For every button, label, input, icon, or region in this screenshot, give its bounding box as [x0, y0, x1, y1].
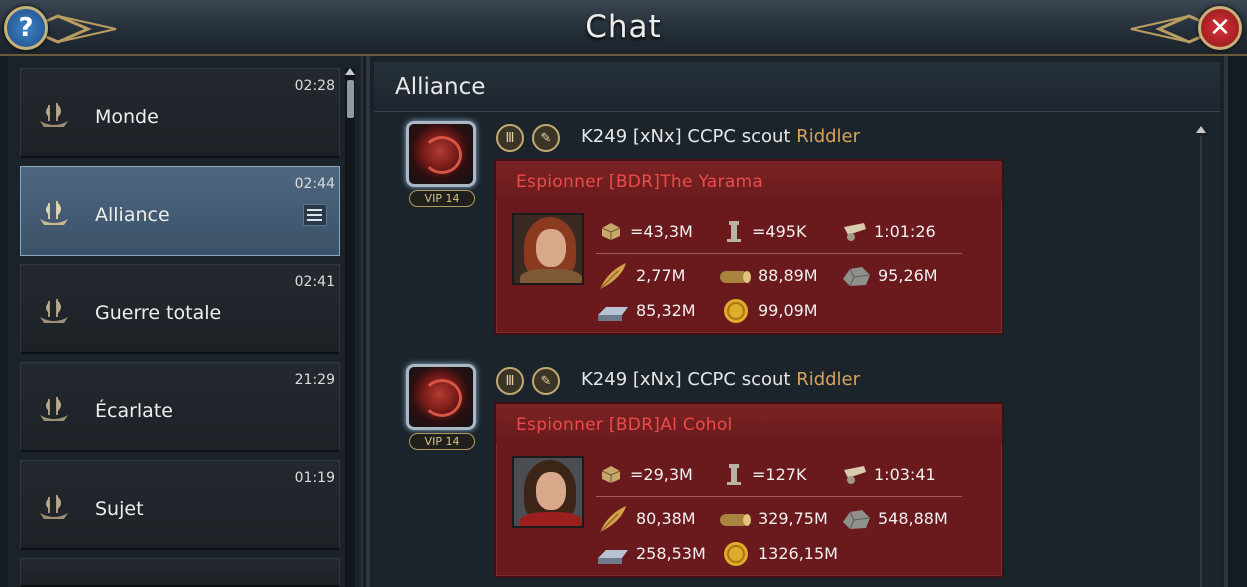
card-divider — [596, 496, 962, 497]
tower-value: =495K — [752, 222, 807, 241]
chat-message: VIP 14 Ⅲ ✎ K249 [xNx] CCPC scout Riddler… — [400, 364, 1010, 584]
log-icon — [720, 271, 751, 283]
channel-label: Monde — [95, 106, 159, 128]
iron-ingot-icon — [598, 307, 628, 321]
channel-time: 02:44 — [294, 176, 335, 192]
chat-channel-title: Alliance — [395, 74, 486, 100]
food-value: 80,38M — [636, 509, 696, 528]
gold-coin-icon — [724, 542, 748, 566]
target-portrait — [512, 213, 584, 285]
sender-name: Riddler — [796, 369, 861, 390]
question-icon: ? — [18, 13, 34, 43]
channel-partial[interactable] — [20, 558, 340, 587]
sender-name: Riddler — [796, 126, 861, 147]
window-title: Chat — [585, 9, 662, 45]
box-icon — [601, 223, 621, 240]
sender-prefix: K249 [xNx] CCPC scout — [581, 126, 797, 147]
iron-ingot-icon — [598, 550, 628, 564]
avatar[interactable] — [406, 364, 476, 430]
vip-badge: VIP 14 — [409, 190, 475, 207]
message-scroll-up-icon[interactable] — [1196, 126, 1206, 133]
troops-value: =29,3M — [630, 465, 693, 484]
stone-value: 95,26M — [878, 266, 938, 285]
cannon-icon — [844, 223, 866, 241]
channel-label: Alliance — [95, 204, 170, 226]
card-divider — [596, 253, 962, 254]
avatar[interactable] — [406, 121, 476, 187]
tower-icon — [727, 464, 741, 485]
ship-icon — [40, 397, 68, 421]
sidebar-scroll-thumb[interactable] — [347, 80, 354, 118]
ship-icon — [40, 103, 68, 127]
channel-guerre-totale[interactable]: Guerre totale 02:41 — [20, 264, 340, 354]
spy-report-card[interactable]: Espionner [BDR]Al Cohol =29,3M =127K 1:0… — [494, 402, 1004, 578]
log-icon — [720, 514, 751, 526]
gold-coin-icon — [724, 299, 748, 323]
channel-label: Écarlate — [95, 400, 173, 422]
sidebar-scrollbar[interactable] — [345, 68, 355, 587]
iron-value: 258,53M — [636, 544, 706, 563]
channel-time: 01:19 — [294, 470, 335, 486]
troops-value: =43,3M — [630, 222, 693, 241]
sender-prefix: K249 [xNx] CCPC scout — [581, 369, 797, 390]
feather-icon — [599, 506, 626, 533]
chat-message: VIP 14 Ⅲ ✎ K249 [xNx] CCPC scout Riddler… — [400, 121, 1010, 341]
tower-value: =127K — [752, 465, 807, 484]
sender-line[interactable]: K249 [xNx] CCPC scout Riddler — [581, 369, 860, 390]
message-scrollbar[interactable] — [1195, 126, 1207, 587]
stone-icon — [843, 510, 871, 530]
feather-icon — [599, 263, 626, 290]
report-title: Espionner [BDR]The Yarama — [516, 172, 764, 192]
report-title: Espionner [BDR]Al Cohol — [516, 415, 733, 435]
wood-value: 88,89M — [758, 266, 818, 285]
channel-sujet[interactable]: Sujet 01:19 — [20, 460, 340, 550]
channel-time: 21:29 — [294, 372, 335, 388]
food-value: 2,77M — [636, 266, 686, 285]
spy-report-card[interactable]: Espionner [BDR]The Yarama =43,3M =495K 1… — [494, 159, 1004, 335]
channel-alliance[interactable]: Alliance 02:44 — [20, 166, 340, 256]
iron-value: 85,32M — [636, 301, 696, 320]
ship-icon — [40, 495, 68, 519]
colonnade-icon: Ⅲ — [496, 124, 524, 152]
wood-value: 329,75M — [758, 509, 828, 528]
stone-icon — [843, 267, 871, 287]
help-button[interactable]: ? — [4, 6, 48, 50]
title-bar: Chat — [0, 0, 1247, 56]
stone-value: 548,88M — [878, 509, 948, 528]
tower-icon — [727, 221, 741, 242]
channel-time: 02:28 — [294, 78, 335, 94]
vip-badge: VIP 14 — [409, 433, 475, 450]
channel-time: 02:41 — [294, 274, 335, 290]
close-button[interactable]: ✕ — [1198, 6, 1242, 50]
channel-monde[interactable]: Monde 02:28 — [20, 68, 340, 158]
ship-icon — [40, 299, 68, 323]
march-time-value: 1:01:26 — [874, 222, 936, 241]
ship-icon — [40, 201, 68, 225]
cannon-icon — [844, 466, 866, 484]
list-menu-icon[interactable] — [303, 204, 327, 226]
channel-label: Guerre totale — [95, 302, 222, 324]
sidebar-scroll-up-icon[interactable] — [345, 68, 355, 75]
sender-line[interactable]: K249 [xNx] CCPC scout Riddler — [581, 126, 860, 147]
colonnade-icon: Ⅲ — [496, 367, 524, 395]
close-icon: ✕ — [1209, 13, 1231, 43]
quill-icon: ✎ — [532, 367, 560, 395]
chat-header: Alliance — [374, 62, 1220, 112]
quill-icon: ✎ — [532, 124, 560, 152]
box-icon — [601, 466, 621, 483]
gold-value: 1326,15M — [758, 544, 838, 563]
channel-label: Sujet — [95, 498, 144, 520]
gold-value: 99,09M — [758, 301, 818, 320]
march-time-value: 1:03:41 — [874, 465, 936, 484]
target-portrait — [512, 456, 584, 528]
channel-ecarlate[interactable]: Écarlate 21:29 — [20, 362, 340, 452]
